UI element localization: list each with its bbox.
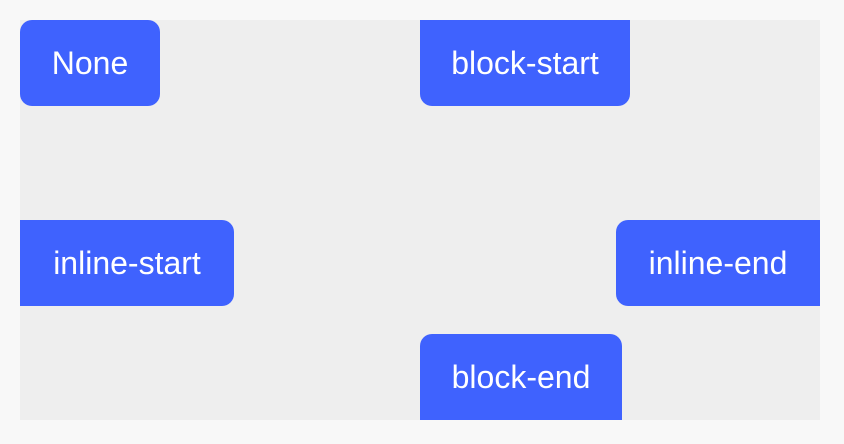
block-start-button[interactable]: block-start [420, 20, 630, 106]
position-demo-area: None block-start inline-start inline-end… [20, 20, 820, 420]
inline-start-button[interactable]: inline-start [20, 220, 234, 306]
none-button[interactable]: None [20, 20, 160, 106]
block-end-button[interactable]: block-end [420, 334, 622, 420]
inline-end-button[interactable]: inline-end [616, 220, 820, 306]
